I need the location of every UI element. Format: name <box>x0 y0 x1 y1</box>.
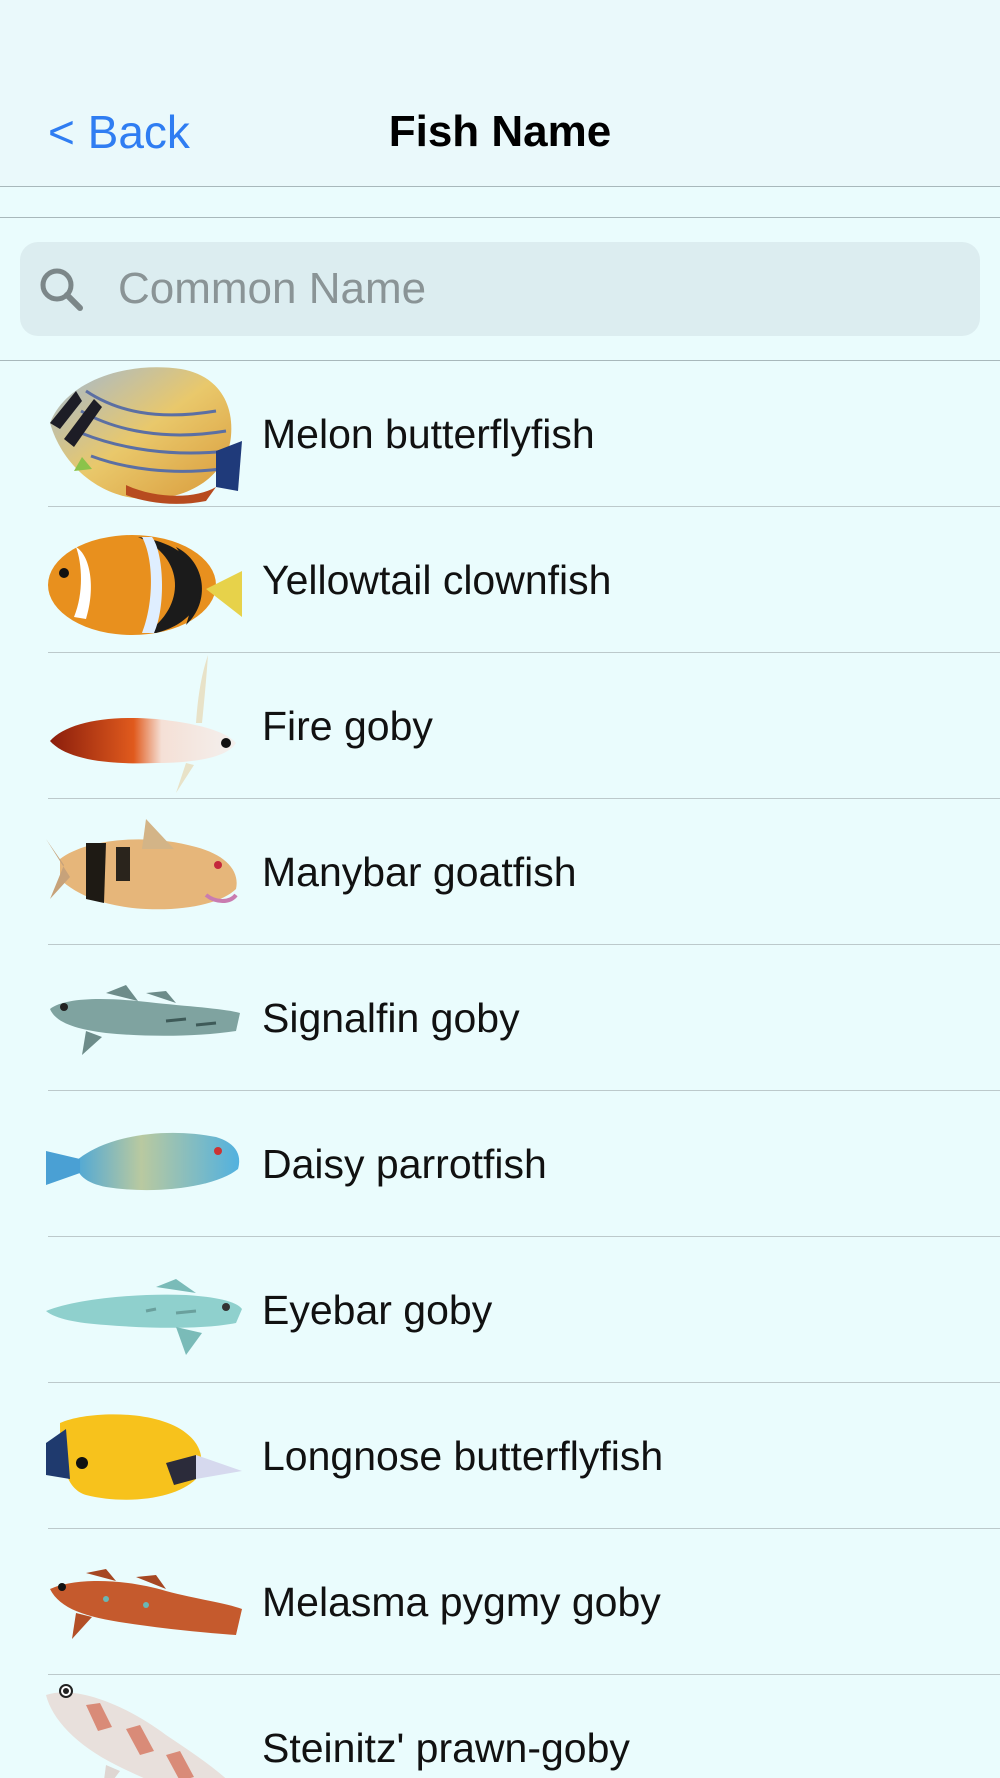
fish-name: Manybar goatfish <box>262 849 577 895</box>
fish-list: Melon butterflyfish Yellowtail clownfish <box>0 361 1000 1778</box>
search-icon <box>40 268 83 311</box>
fish-name: Steinitz' prawn-goby <box>262 1725 630 1771</box>
signalfin-goby-image <box>50 985 240 1055</box>
list-item[interactable]: Yellowtail clownfish <box>0 507 1000 653</box>
fish-name: Melasma pygmy goby <box>262 1579 661 1625</box>
list-item[interactable]: Steinitz' prawn-goby <box>0 1675 1000 1778</box>
fish-name: Longnose butterflyfish <box>262 1433 664 1479</box>
fish-name: Yellowtail clownfish <box>262 557 612 603</box>
melasma-pygmy-goby-image <box>50 1569 242 1639</box>
daisy-parrotfish-image <box>46 1132 240 1191</box>
fish-name: Fire goby <box>262 703 433 749</box>
fish-name: Daisy parrotfish <box>262 1141 547 1187</box>
list-item[interactable]: Longnose butterflyfish <box>0 1383 1000 1529</box>
manybar-goatfish-image <box>46 819 238 910</box>
navigation-bar: < Back Fish Name <box>0 0 1000 187</box>
fish-name: Signalfin goby <box>262 995 520 1041</box>
list-item[interactable]: Eyebar goby <box>0 1237 1000 1383</box>
longnose-butterflyfish-image <box>46 1414 242 1500</box>
fire-goby-image <box>50 655 236 793</box>
list-item[interactable]: Fire goby <box>0 653 1000 799</box>
search-field[interactable] <box>20 242 980 336</box>
list-item[interactable]: Melasma pygmy goby <box>0 1529 1000 1675</box>
fish-name: Melon butterflyfish <box>262 411 595 457</box>
section-divider <box>0 187 1000 218</box>
page-title: Fish Name <box>388 107 612 156</box>
search-input[interactable] <box>98 242 978 336</box>
eyebar-goby-image <box>46 1279 242 1355</box>
fish-name: Eyebar goby <box>262 1287 493 1333</box>
search-bar <box>0 218 1000 361</box>
list-item[interactable]: Signalfin goby <box>0 945 1000 1091</box>
steinitz-prawn-goby-image <box>46 1684 226 1778</box>
yellowtail-clownfish-image <box>48 535 242 635</box>
list-item[interactable]: Melon butterflyfish <box>0 361 1000 507</box>
list-item[interactable]: Manybar goatfish <box>0 799 1000 945</box>
list-item[interactable]: Daisy parrotfish <box>0 1091 1000 1237</box>
melon-butterflyfish-image <box>50 367 242 504</box>
